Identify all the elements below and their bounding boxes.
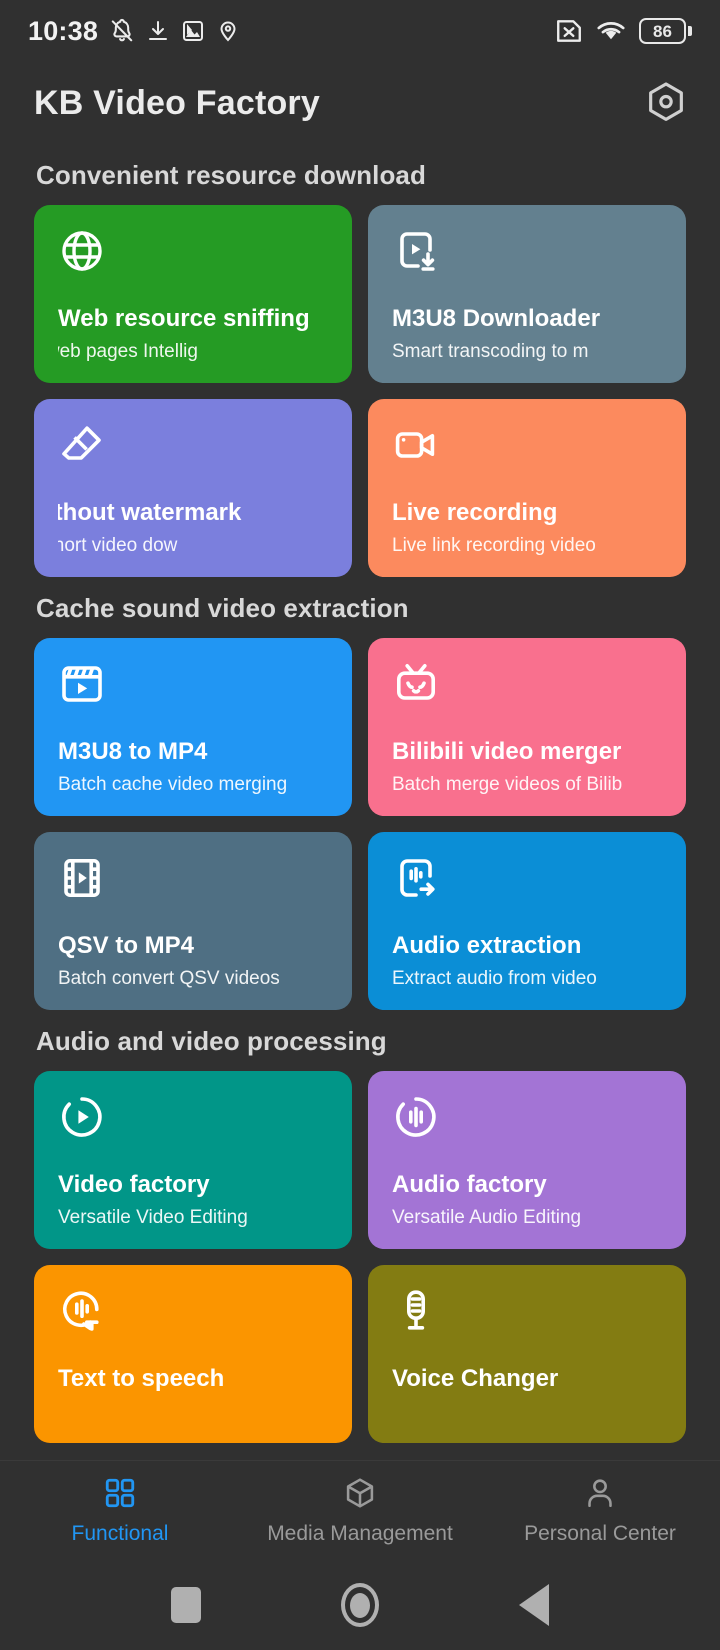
card-subtitle: Extract audio from video [392, 968, 597, 989]
sim-disabled-icon [557, 20, 581, 42]
eraser-icon [58, 421, 328, 473]
section-title-downloads: Convenient resource download [36, 160, 426, 190]
card-subtitle [58, 1401, 328, 1423]
card-web-resource-sniffing[interactable]: Web resource sniffing n web pages Intell… [34, 205, 352, 383]
app-bar-actions[interactable] [646, 81, 686, 125]
globe-icon [58, 227, 328, 279]
card-title: Live recording [392, 499, 558, 526]
card-audio-factory[interactable]: Audio factory Versatile Audio Editing [368, 1071, 686, 1249]
page-title: KB Video Factory [34, 83, 320, 122]
card-grid-av-processing: Video factory Versatile Video Editing Au… [34, 1071, 686, 1443]
status-bar: 10:38 86 [0, 0, 720, 62]
status-bar-right: 86 [555, 18, 692, 44]
card-title: Video factory [58, 1171, 210, 1198]
location-pin-icon [220, 21, 236, 42]
card-subtitle: Batch merge videos of Bilib [392, 774, 623, 795]
card-grid-downloads: Web resource sniffing n web pages Intell… [34, 205, 686, 577]
wifi-icon [597, 22, 625, 40]
microphone-icon [392, 1287, 662, 1339]
card-download-without-watermark[interactable]: Download without watermark rk Short vide… [34, 399, 352, 577]
tab-personal-center[interactable]: Personal Center [480, 1476, 720, 1546]
card-subtitle: Versatile Audio Editing [392, 1207, 582, 1228]
person-icon [583, 1476, 617, 1515]
card-subtitle: Live link recording video [392, 535, 596, 556]
system-navigation-bar [0, 1560, 720, 1650]
waveform-circle-icon [392, 1093, 662, 1145]
play-circle-icon [58, 1093, 328, 1145]
card-title: Download without watermark [58, 499, 242, 526]
bilibili-tv-icon [392, 660, 662, 712]
download-icon [149, 21, 168, 40]
section-title-cache-extraction: Cache sound video extraction [36, 593, 409, 623]
card-m3u8-downloader[interactable]: M3U8 Downloader Smart transcoding to m [368, 205, 686, 383]
mute-bell-icon [111, 18, 133, 42]
image-icon [183, 21, 204, 41]
card-voice-changer[interactable]: Voice Changer [368, 1265, 686, 1443]
camcorder-icon [392, 421, 662, 473]
card-audio-extraction[interactable]: Audio extraction Extract audio from vide… [368, 832, 686, 1010]
card-subtitle: rk Short video dow [58, 535, 178, 556]
grid-icon [103, 1476, 137, 1515]
tab-functional[interactable]: Functional [0, 1476, 240, 1546]
card-text-to-speech[interactable]: Text to speech [34, 1265, 352, 1443]
tab-label: Media Management [267, 1521, 453, 1545]
audio-export-icon [392, 854, 662, 906]
tab-label: Functional [71, 1521, 169, 1545]
card-qsv-to-mp4[interactable]: QSV to MP4 Batch convert QSV videos [34, 832, 352, 1010]
app-bar: KB Video Factory [0, 62, 720, 144]
card-bilibili-video-merger[interactable]: Bilibili video merger Batch merge videos… [368, 638, 686, 816]
status-bar-clock: 10:38 [28, 15, 99, 46]
card-subtitle [392, 1401, 662, 1423]
card-subtitle: Batch convert QSV videos [58, 968, 280, 989]
card-grid-cache-extraction: M3U8 to MP4 Batch cache video merging Bi… [34, 638, 686, 1010]
card-subtitle: Versatile Video Editing [58, 1207, 248, 1228]
section-title-av-processing: Audio and video processing [36, 1026, 387, 1056]
functional-scroll-area[interactable]: Convenient resource download Web resourc… [0, 144, 720, 1460]
bottom-tab-bar: Functional Media Management Personal Cen… [0, 1460, 720, 1560]
card-title: Web resource sniffing [58, 305, 310, 332]
speech-bubble-wave-icon [58, 1287, 328, 1339]
status-bar-left: 10:38 [28, 16, 240, 47]
card-title: QSV to MP4 [58, 932, 195, 959]
card-subtitle: Batch cache video merging [58, 774, 288, 795]
settings-hex-icon[interactable] [646, 81, 686, 125]
card-live-recording[interactable]: Live recording Live link recording video [368, 399, 686, 577]
card-title: Voice Changer [392, 1365, 559, 1392]
card-video-factory[interactable]: Video factory Versatile Video Editing [34, 1071, 352, 1249]
tab-media-management[interactable]: Media Management [240, 1476, 480, 1546]
card-title: Audio extraction [392, 932, 582, 959]
tab-label: Personal Center [524, 1521, 676, 1545]
card-title: M3U8 to MP4 [58, 738, 208, 765]
card-title: Bilibili video merger [392, 738, 622, 765]
back-triangle-button[interactable] [519, 1584, 549, 1626]
card-title: Audio factory [392, 1171, 547, 1198]
card-subtitle: n web pages Intellig [58, 341, 198, 362]
card-m3u8-to-mp4[interactable]: M3U8 to MP4 Batch cache video merging [34, 638, 352, 816]
battery-icon: 86 [639, 18, 692, 44]
card-subtitle: Smart transcoding to m [392, 341, 589, 362]
clapperboard-play-icon [58, 660, 328, 712]
video-download-icon [392, 227, 662, 279]
battery-level-label: 86 [653, 21, 672, 41]
card-title: Text to speech [58, 1365, 225, 1392]
cube-icon [343, 1476, 377, 1515]
recents-square-button[interactable] [171, 1587, 201, 1623]
home-circle-button[interactable] [341, 1583, 379, 1627]
card-title: M3U8 Downloader [392, 305, 601, 332]
film-play-icon [58, 854, 328, 906]
